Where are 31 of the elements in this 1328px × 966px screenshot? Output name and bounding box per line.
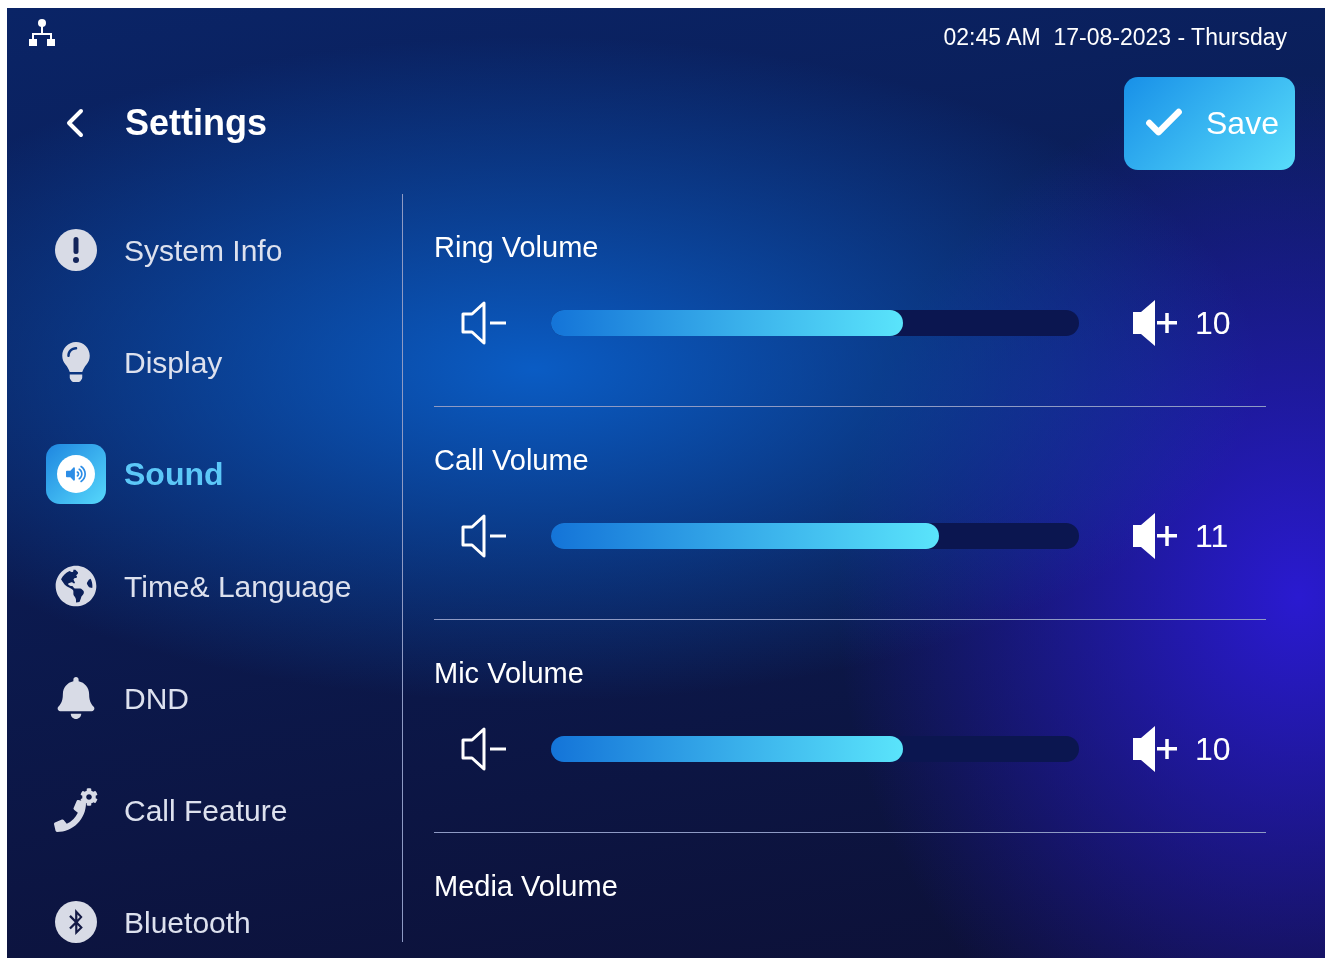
volume-down-icon [460,513,508,559]
speaker-icon [45,444,106,504]
volume-up-icon [1131,725,1179,773]
sidebar-item[interactable]: Time& Language [7,530,402,642]
page-title: Settings [125,101,267,145]
sidebar-item[interactable]: System Info [7,194,402,306]
volume-down-icon [460,726,508,772]
phone-gear-icon [53,788,98,832]
date-time: 02:45 AM 17-08-2023 - Thursday [943,23,1287,52]
volume-slider[interactable] [551,523,1079,549]
network-icon [29,18,55,48]
volume-title: Media Volume [434,869,619,904]
volume-down-icon [460,300,508,346]
volume-up-icon [1131,512,1179,560]
sidebar-item[interactable]: Call Feature [7,754,402,866]
volume-value: 10 [1195,304,1231,343]
bluetooth-icon [54,901,97,943]
volume-slider[interactable] [551,736,1079,762]
volume-value: 10 [1195,730,1231,769]
sidebar-item[interactable]: Display [7,306,402,418]
sidebar-item[interactable]: Sound [7,418,402,530]
volume-slider[interactable] [551,310,1079,336]
volume-title: Ring Volume [434,230,600,265]
volume-title: Mic Volume [434,656,585,691]
sidebar-item[interactable]: Bluetooth [7,866,402,958]
volume-up-icon [1131,299,1179,347]
volume-value: 11 [1195,517,1229,556]
globe-icon [54,565,97,607]
sidebar-item[interactable]: DND [7,642,402,754]
volume-title: Call Volume [434,443,590,478]
alert-icon [54,229,97,271]
